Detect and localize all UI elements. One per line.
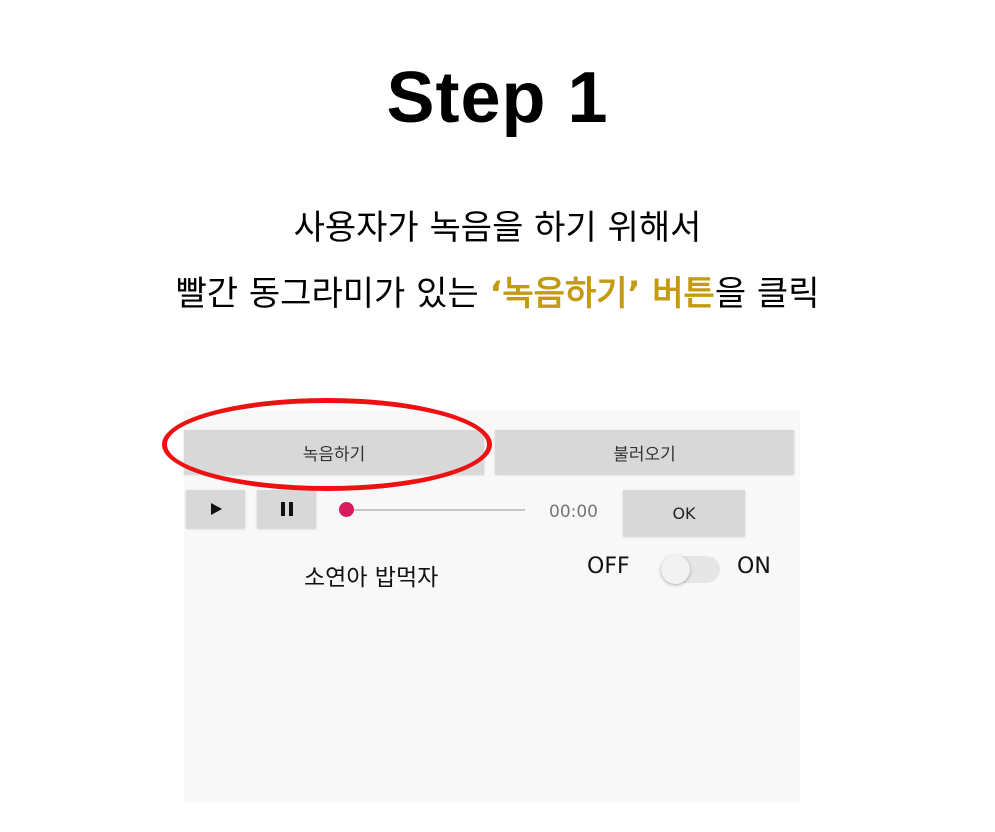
load-button[interactable]: 불러오기	[495, 430, 794, 474]
recording-name: 소연아 밥먹자	[304, 565, 439, 591]
pause-icon	[279, 501, 295, 517]
step-title: Step 1	[386, 58, 609, 138]
pause-button[interactable]	[257, 490, 316, 528]
on-off-switch[interactable]	[661, 555, 720, 584]
switch-knob[interactable]	[661, 555, 690, 584]
play-icon	[209, 502, 223, 516]
seek-bar-thumb[interactable]	[339, 502, 354, 517]
play-button[interactable]	[186, 490, 245, 528]
switch-on-label: ON	[737, 554, 771, 579]
instruction-line-1: 사용자가 녹음을 하기 위해서	[293, 208, 702, 248]
app-screenshot: 녹음하기 불러오기 00:00 OK 소연아 밥먹자 OFF ON	[184, 410, 800, 802]
instruction-highlight: ‘녹음하기’ 버튼	[489, 274, 715, 314]
time-display: 00:00	[549, 502, 598, 522]
seek-bar-track[interactable]	[347, 509, 525, 511]
switch-off-label: OFF	[587, 554, 630, 579]
ok-button[interactable]: OK	[623, 490, 745, 536]
record-button[interactable]: 녹음하기	[184, 430, 484, 474]
instruction-line-2: 빨간 동그라미가 있는 ‘녹음하기’ 버튼을 클릭	[0, 274, 995, 314]
instruction-text-after: 을 클릭	[714, 274, 820, 314]
instruction-text-before: 빨간 동그라미가 있는	[175, 274, 490, 314]
